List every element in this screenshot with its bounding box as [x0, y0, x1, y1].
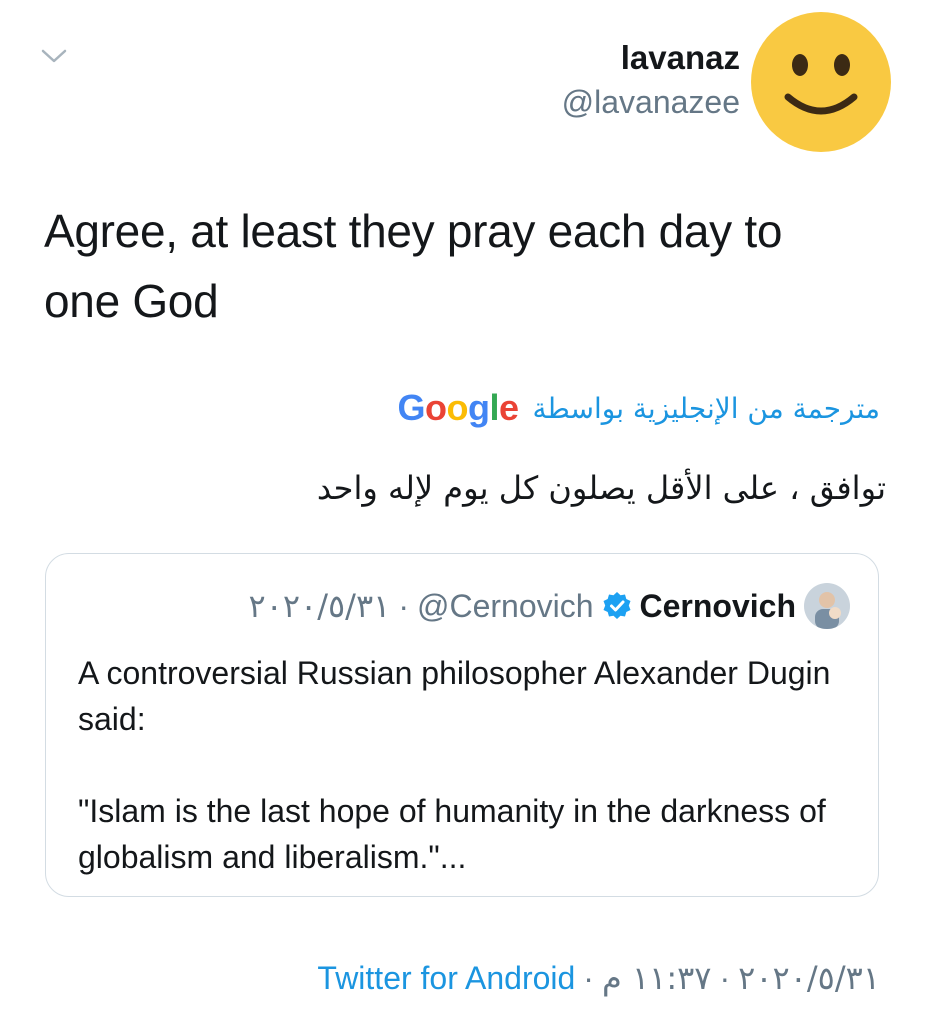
quoted-avatar: [804, 583, 850, 629]
tweet-meta: ٢٠٢٠/٥/٣١ · ١١:٣٧ م · Twitter for Androi…: [317, 954, 880, 1002]
separator-dot: ·: [719, 959, 731, 996]
quoted-tweet-header: Cernovich @Cernovich · ٢٠٢٠/٥/٣١: [248, 582, 850, 630]
quoted-tweet-text: A controversial Russian philosopher Alex…: [78, 655, 831, 875]
separator-dot: ·: [583, 959, 594, 996]
tweet-source-link[interactable]: Twitter for Android: [317, 960, 575, 997]
translation-label[interactable]: مترجمة من الإنجليزية بواسطة: [533, 392, 880, 425]
tweet-author[interactable]: lavanaz @lavanazee: [562, 36, 740, 124]
quoted-tweet-card[interactable]: Cernovich @Cernovich · ٢٠٢٠/٥/٣١ A contr…: [45, 553, 879, 897]
author-handle[interactable]: @lavanazee: [562, 80, 740, 124]
tweet-text: Agree, at least they pray each day to on…: [44, 205, 783, 327]
author-name[interactable]: lavanaz: [562, 36, 740, 80]
quoted-tweet-date: ٢٠٢٠/٥/٣١: [248, 587, 391, 625]
separator-dot: ·: [398, 587, 409, 624]
translated-text: توافق ، على الأقل يصلون كل يوم لإله واحد: [316, 469, 886, 507]
chevron-down-icon[interactable]: [40, 46, 68, 66]
tweet-time: ١١:٣٧ م: [601, 959, 712, 997]
quoted-author-name: Cernovich: [639, 587, 796, 624]
tweet-date: ٢٠٢٠/٥/٣١: [738, 959, 880, 997]
google-logo: Google: [397, 387, 519, 428]
translation-attribution[interactable]: مترجمة من الإنجليزية بواسطة Google: [397, 386, 880, 430]
avatar[interactable]: [750, 11, 892, 153]
verified-badge-icon: [603, 592, 631, 619]
quoted-author-handle: @Cernovich: [416, 587, 594, 624]
